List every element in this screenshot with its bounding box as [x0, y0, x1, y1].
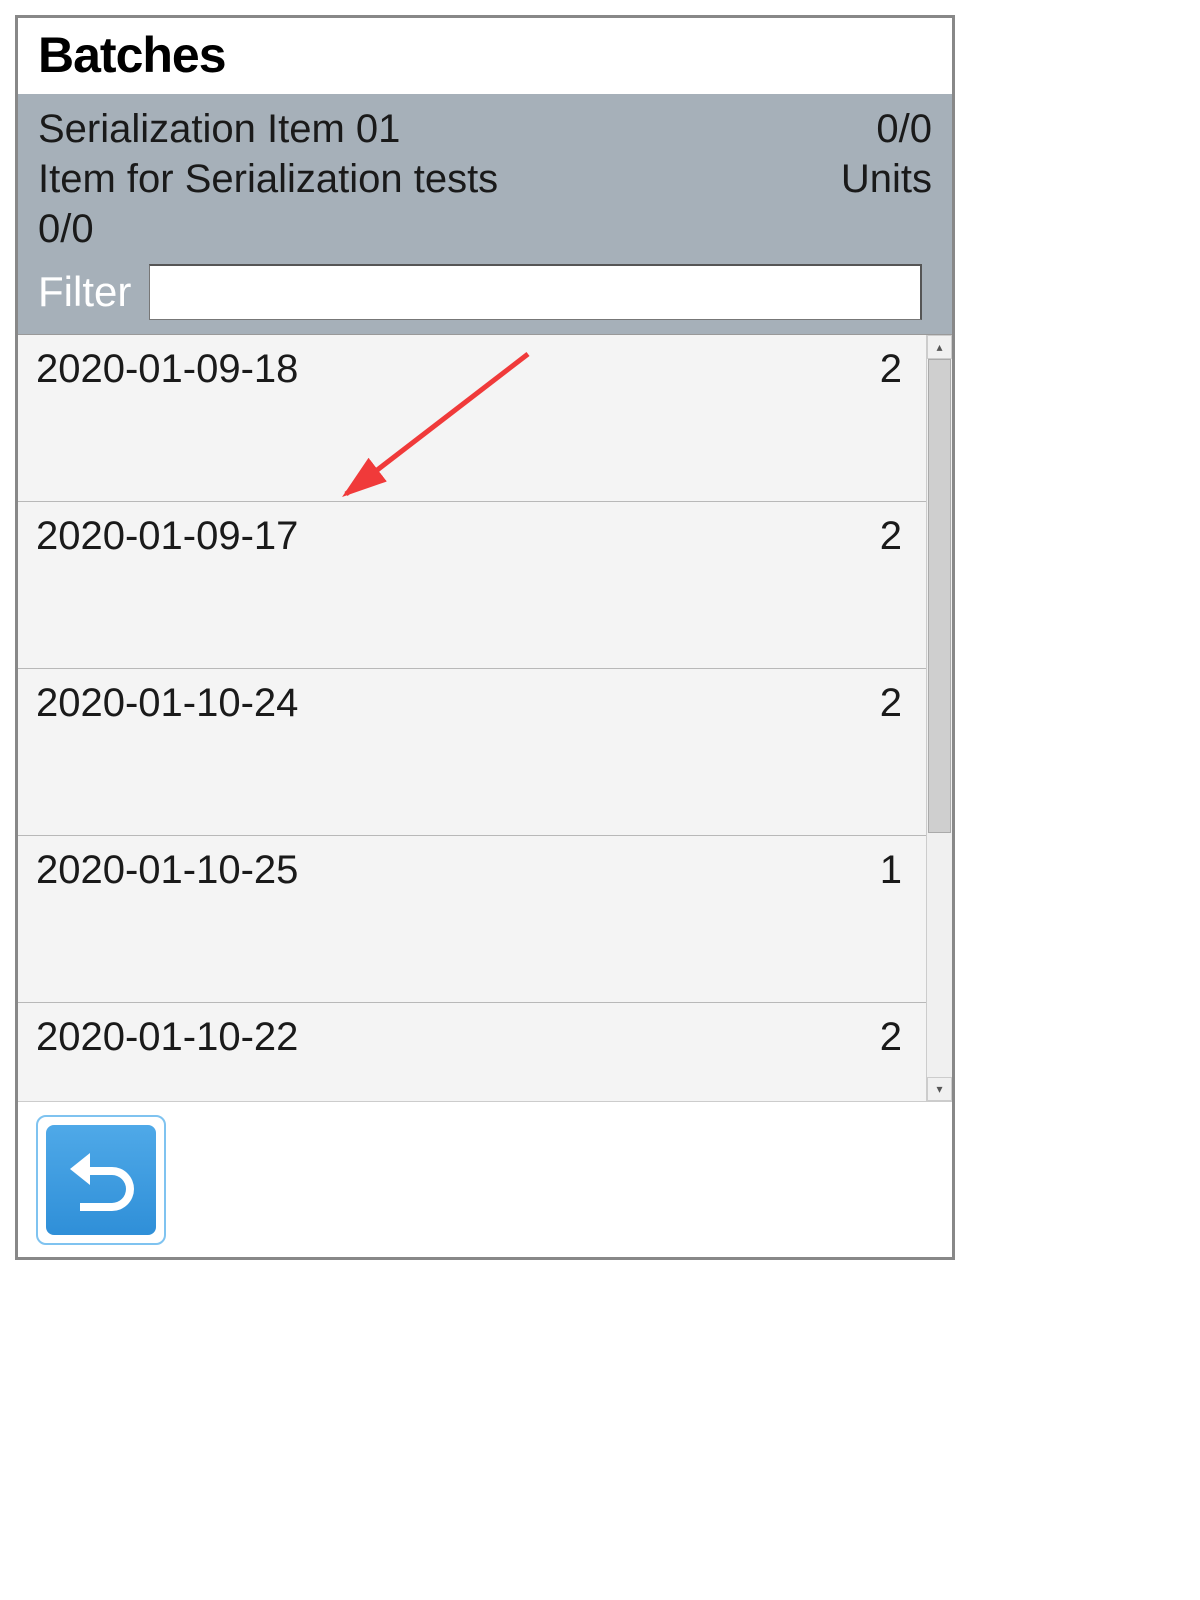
list-item[interactable]: 2020-01-09-17 2 — [18, 502, 926, 669]
batch-list: 2020-01-09-18 2 2020-01-09-17 2 2020-01-… — [18, 335, 926, 1101]
batch-id: 2020-01-10-22 — [36, 1015, 298, 1060]
list-item[interactable]: 2020-01-10-25 1 — [18, 836, 926, 1003]
scroll-track[interactable] — [927, 359, 952, 1077]
scrollbar[interactable]: ▴ ▾ — [926, 335, 952, 1101]
list-item[interactable]: 2020-01-10-22 2 — [18, 1003, 926, 1101]
batches-window: Batches Serialization Item 01 0/0 Item f… — [15, 15, 955, 1260]
item-description: Item for Serialization tests — [38, 154, 498, 204]
batch-id: 2020-01-09-18 — [36, 347, 298, 392]
batch-id: 2020-01-09-17 — [36, 514, 298, 559]
batch-qty: 2 — [880, 1015, 902, 1060]
info-row-desc: Item for Serialization tests Units — [38, 154, 932, 204]
units-label: Units — [841, 154, 932, 204]
batch-qty: 1 — [880, 848, 902, 893]
list-item[interactable]: 2020-01-09-18 2 — [18, 335, 926, 502]
scroll-down-button[interactable]: ▾ — [927, 1077, 952, 1101]
batch-qty: 2 — [880, 681, 902, 726]
filter-row: Filter — [38, 264, 932, 320]
scroll-up-button[interactable]: ▴ — [927, 335, 952, 359]
batch-id: 2020-01-10-24 — [36, 681, 298, 726]
back-icon — [46, 1125, 156, 1235]
back-button[interactable] — [36, 1115, 166, 1245]
info-row-count: 0/0 — [38, 204, 932, 254]
footer — [18, 1101, 952, 1257]
batch-qty: 2 — [880, 514, 902, 559]
filter-label: Filter — [38, 268, 131, 316]
info-panel: Serialization Item 01 0/0 Item for Seria… — [18, 94, 952, 334]
title-bar: Batches — [18, 18, 952, 94]
item-count-top: 0/0 — [876, 104, 932, 154]
info-row-item: Serialization Item 01 0/0 — [38, 104, 932, 154]
filter-input[interactable] — [149, 264, 922, 320]
item-name: Serialization Item 01 — [38, 104, 400, 154]
list-item[interactable]: 2020-01-10-24 2 — [18, 669, 926, 836]
page-title: Batches — [38, 26, 932, 84]
item-count-bottom: 0/0 — [38, 204, 94, 254]
scroll-thumb[interactable] — [928, 359, 951, 833]
batch-id: 2020-01-10-25 — [36, 848, 298, 893]
batch-qty: 2 — [880, 347, 902, 392]
list-area: 2020-01-09-18 2 2020-01-09-17 2 2020-01-… — [18, 334, 952, 1101]
